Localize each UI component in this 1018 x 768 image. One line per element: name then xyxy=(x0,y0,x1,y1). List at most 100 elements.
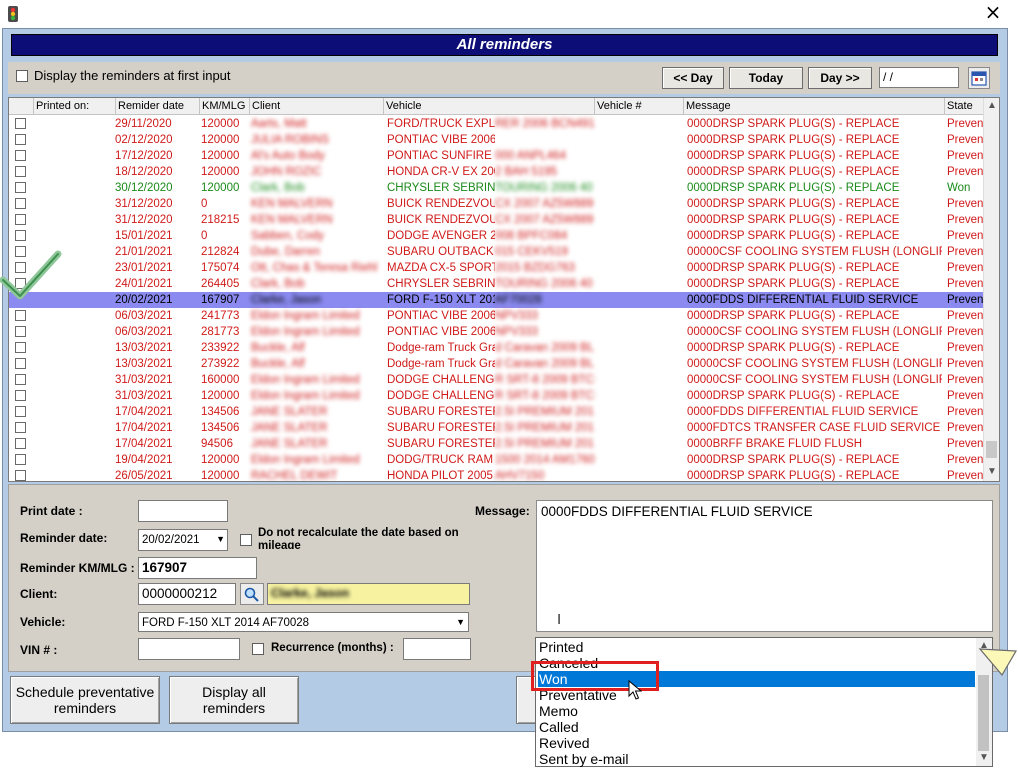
row-state: Prevent xyxy=(947,150,985,162)
row-checkbox[interactable] xyxy=(15,406,26,417)
state-option-sent-by-e-mail[interactable]: Sent by e-mail xyxy=(538,751,975,767)
table-row[interactable]: 06/03/2021 281773 Eldon Ingram Limited PONT… xyxy=(9,324,985,340)
row-checkbox[interactable] xyxy=(15,310,26,321)
row-vehicle-plate: d Caravan 2009 BLL xyxy=(495,358,595,370)
row-checkbox[interactable] xyxy=(15,438,26,449)
calendar-button[interactable] xyxy=(968,67,990,89)
row-vehicle: FORD/TRUCK EXPLO xyxy=(387,118,495,130)
row-checkbox[interactable] xyxy=(15,182,26,193)
row-checkbox[interactable] xyxy=(15,470,26,481)
table-row[interactable]: 24/01/2021 264405 Clark, Bob CHRYSLER SEBRI… xyxy=(9,276,985,292)
table-row[interactable]: 13/03/2021 233922 Buckle, Alf Dodge-ram Tru… xyxy=(9,340,985,356)
recurrence-checkbox[interactable] xyxy=(252,643,264,655)
scroll-down-icon[interactable]: ▼ xyxy=(984,464,999,480)
table-row[interactable]: 19/04/2021 120000 Eldon Ingram Limited DODG… xyxy=(9,452,985,468)
scroll-down-icon[interactable]: ▼ xyxy=(976,750,992,766)
row-message: 0000DRSP SPARK PLUG(S) - REPLACE xyxy=(687,310,900,322)
today-button[interactable]: Today xyxy=(729,67,803,89)
table-row[interactable]: 20/02/2021 167907 Clarke, Jason FORD F-150 … xyxy=(9,292,985,308)
table-row[interactable]: 06/03/2021 241773 Eldon Ingram Limited PONT… xyxy=(9,308,985,324)
table-row[interactable]: 26/05/2021 120000 RACHEL DEWIT HONDA PILOT … xyxy=(9,468,985,481)
column-printed-on[interactable]: Printed on: xyxy=(33,98,115,115)
print-date-input[interactable] xyxy=(138,500,228,522)
row-km: 160000 xyxy=(201,374,240,386)
row-checkbox[interactable] xyxy=(15,454,26,465)
row-client: KEN MALVERN xyxy=(251,214,333,226)
table-row[interactable]: 31/12/2020 218215 KEN MALVERN BUICK RENDEZV… xyxy=(9,212,985,228)
display-all-reminders-button[interactable]: Display all reminders xyxy=(169,676,299,724)
row-checkbox[interactable] xyxy=(15,390,26,401)
table-row[interactable]: 23/01/2021 175074 Ott, Chas & Teresa Riehl… xyxy=(9,260,985,276)
client-code-input[interactable]: 0000000212 xyxy=(138,583,236,605)
row-checkbox[interactable] xyxy=(15,150,26,161)
state-option-called[interactable]: Called xyxy=(538,719,975,735)
column-reminder-date[interactable]: Remider date xyxy=(115,98,199,115)
table-row[interactable]: 15/01/2021 0 Sabben, Cody DODGE AVENGER 2 00… xyxy=(9,228,985,244)
table-row[interactable]: 31/12/2020 0 KEN MALVERN BUICK RENDEZVOUS CX… xyxy=(9,196,985,212)
row-client: Sabben, Cody xyxy=(251,230,324,242)
km-input[interactable]: 167907 xyxy=(138,557,257,579)
row-checkbox[interactable] xyxy=(15,214,26,225)
row-message: 0000DRSP SPARK PLUG(S) - REPLACE xyxy=(687,150,900,162)
vin-input[interactable] xyxy=(138,638,240,660)
previous-day-button[interactable]: << Day xyxy=(662,67,724,89)
row-checkbox[interactable] xyxy=(15,342,26,353)
row-vehicle-plate: d Caravan 2009 BLL xyxy=(495,342,595,354)
state-option-revived[interactable]: Revived xyxy=(538,735,975,751)
traffic-light-icon xyxy=(8,6,18,22)
column-vehicle-number[interactable]: Vehicle # xyxy=(594,98,683,115)
row-vehicle: SUBARU FORESTER xyxy=(387,422,495,434)
scroll-up-icon[interactable]: ▲ xyxy=(984,98,999,114)
row-checkbox[interactable] xyxy=(15,134,26,145)
table-row[interactable]: 29/11/2020 120000 Aarts, Matt FORD/TRUCK EX… xyxy=(9,116,985,132)
vehicle-select[interactable]: FORD F-150 XLT 2014 AF70028 ▼ xyxy=(138,612,469,632)
scrollbar-thumb[interactable] xyxy=(986,441,997,458)
table-row[interactable]: 21/01/2021 212824 Dube, Darren SUBARU OUTBA… xyxy=(9,244,985,260)
km-label: Reminder KM/MLG : xyxy=(20,561,135,575)
no-recalc-checkbox[interactable] xyxy=(240,534,252,546)
state-option-memo[interactable]: Memo xyxy=(538,703,975,719)
close-button[interactable]: × xyxy=(983,2,1003,23)
column-vehicle[interactable]: Vehicle xyxy=(383,98,594,115)
row-client: Aarts, Matt xyxy=(251,118,307,130)
table-row[interactable]: 17/04/2021 134506 JANE SLATER SUBARU FOREST… xyxy=(9,404,985,420)
table-row[interactable]: 18/12/2020 120000 JOHN ROZIC HONDA CR-V EX … xyxy=(9,164,985,180)
table-row[interactable]: 31/03/2021 120000 Eldon Ingram Limited DODG… xyxy=(9,388,985,404)
table-row[interactable]: 17/04/2021 94506 JANE SLATER SUBARU FORESTE… xyxy=(9,436,985,452)
state-option-printed[interactable]: Printed xyxy=(538,639,975,655)
column-state[interactable]: State xyxy=(944,98,985,115)
row-checkbox[interactable] xyxy=(15,118,26,129)
row-checkbox[interactable] xyxy=(15,326,26,337)
column-km[interactable]: KM/MLG xyxy=(199,98,249,115)
state-dropdown-list[interactable]: Printed Canceled Won Preventative Memo Called… xyxy=(535,637,993,767)
table-row[interactable]: 13/03/2021 273922 Buckle, Alf Dodge-ram Tru… xyxy=(9,356,985,372)
date-filter-input[interactable]: / / xyxy=(879,67,959,88)
row-checkbox[interactable] xyxy=(15,198,26,209)
row-reminder-date: 30/12/2020 xyxy=(115,182,173,194)
schedule-preventative-button[interactable]: Schedule preventative reminders xyxy=(10,676,160,724)
recurrence-input[interactable] xyxy=(403,638,471,660)
reminder-date-picker[interactable]: 20/02/2021 ▼ xyxy=(138,529,228,551)
row-reminder-date: 31/03/2021 xyxy=(115,390,173,402)
message-textarea[interactable]: 0000FDDS DIFFERENTIAL FLUID SERVICE I xyxy=(536,500,993,632)
table-row[interactable]: 17/04/2021 134506 JANE SLATER SUBARU FOREST… xyxy=(9,420,985,436)
table-row[interactable]: 30/12/2020 120000 Clark, Bob CHRYSLER SEBRI… xyxy=(9,180,985,196)
dropdown-scroll-thumb[interactable] xyxy=(978,675,989,751)
chevron-down-icon[interactable]: ▼ xyxy=(456,613,465,631)
display-at-first-input-checkbox[interactable] xyxy=(16,70,28,82)
column-client[interactable]: Client xyxy=(249,98,383,115)
row-checkbox[interactable] xyxy=(15,230,26,241)
column-message[interactable]: Message xyxy=(683,98,944,115)
table-scrollbar[interactable]: ▲ ▼ xyxy=(983,98,999,481)
next-day-button[interactable]: Day >> xyxy=(808,67,872,89)
table-row[interactable]: 17/12/2020 120000 Al's Auto Body PONTIAC SU… xyxy=(9,148,985,164)
table-row[interactable]: 02/12/2020 120000 JULIA ROBINS PONTIAC VIBE… xyxy=(9,132,985,148)
client-lookup-button[interactable] xyxy=(240,583,264,605)
table-row[interactable]: 31/03/2021 160000 Eldon Ingram Limited DODG… xyxy=(9,372,985,388)
chevron-down-icon[interactable]: ▼ xyxy=(216,530,225,548)
row-checkbox[interactable] xyxy=(15,166,26,177)
row-checkbox[interactable] xyxy=(15,422,26,433)
row-checkbox[interactable] xyxy=(15,358,26,369)
row-checkbox[interactable] xyxy=(15,374,26,385)
row-vehicle: DODGE CHALLENGE xyxy=(387,374,495,386)
